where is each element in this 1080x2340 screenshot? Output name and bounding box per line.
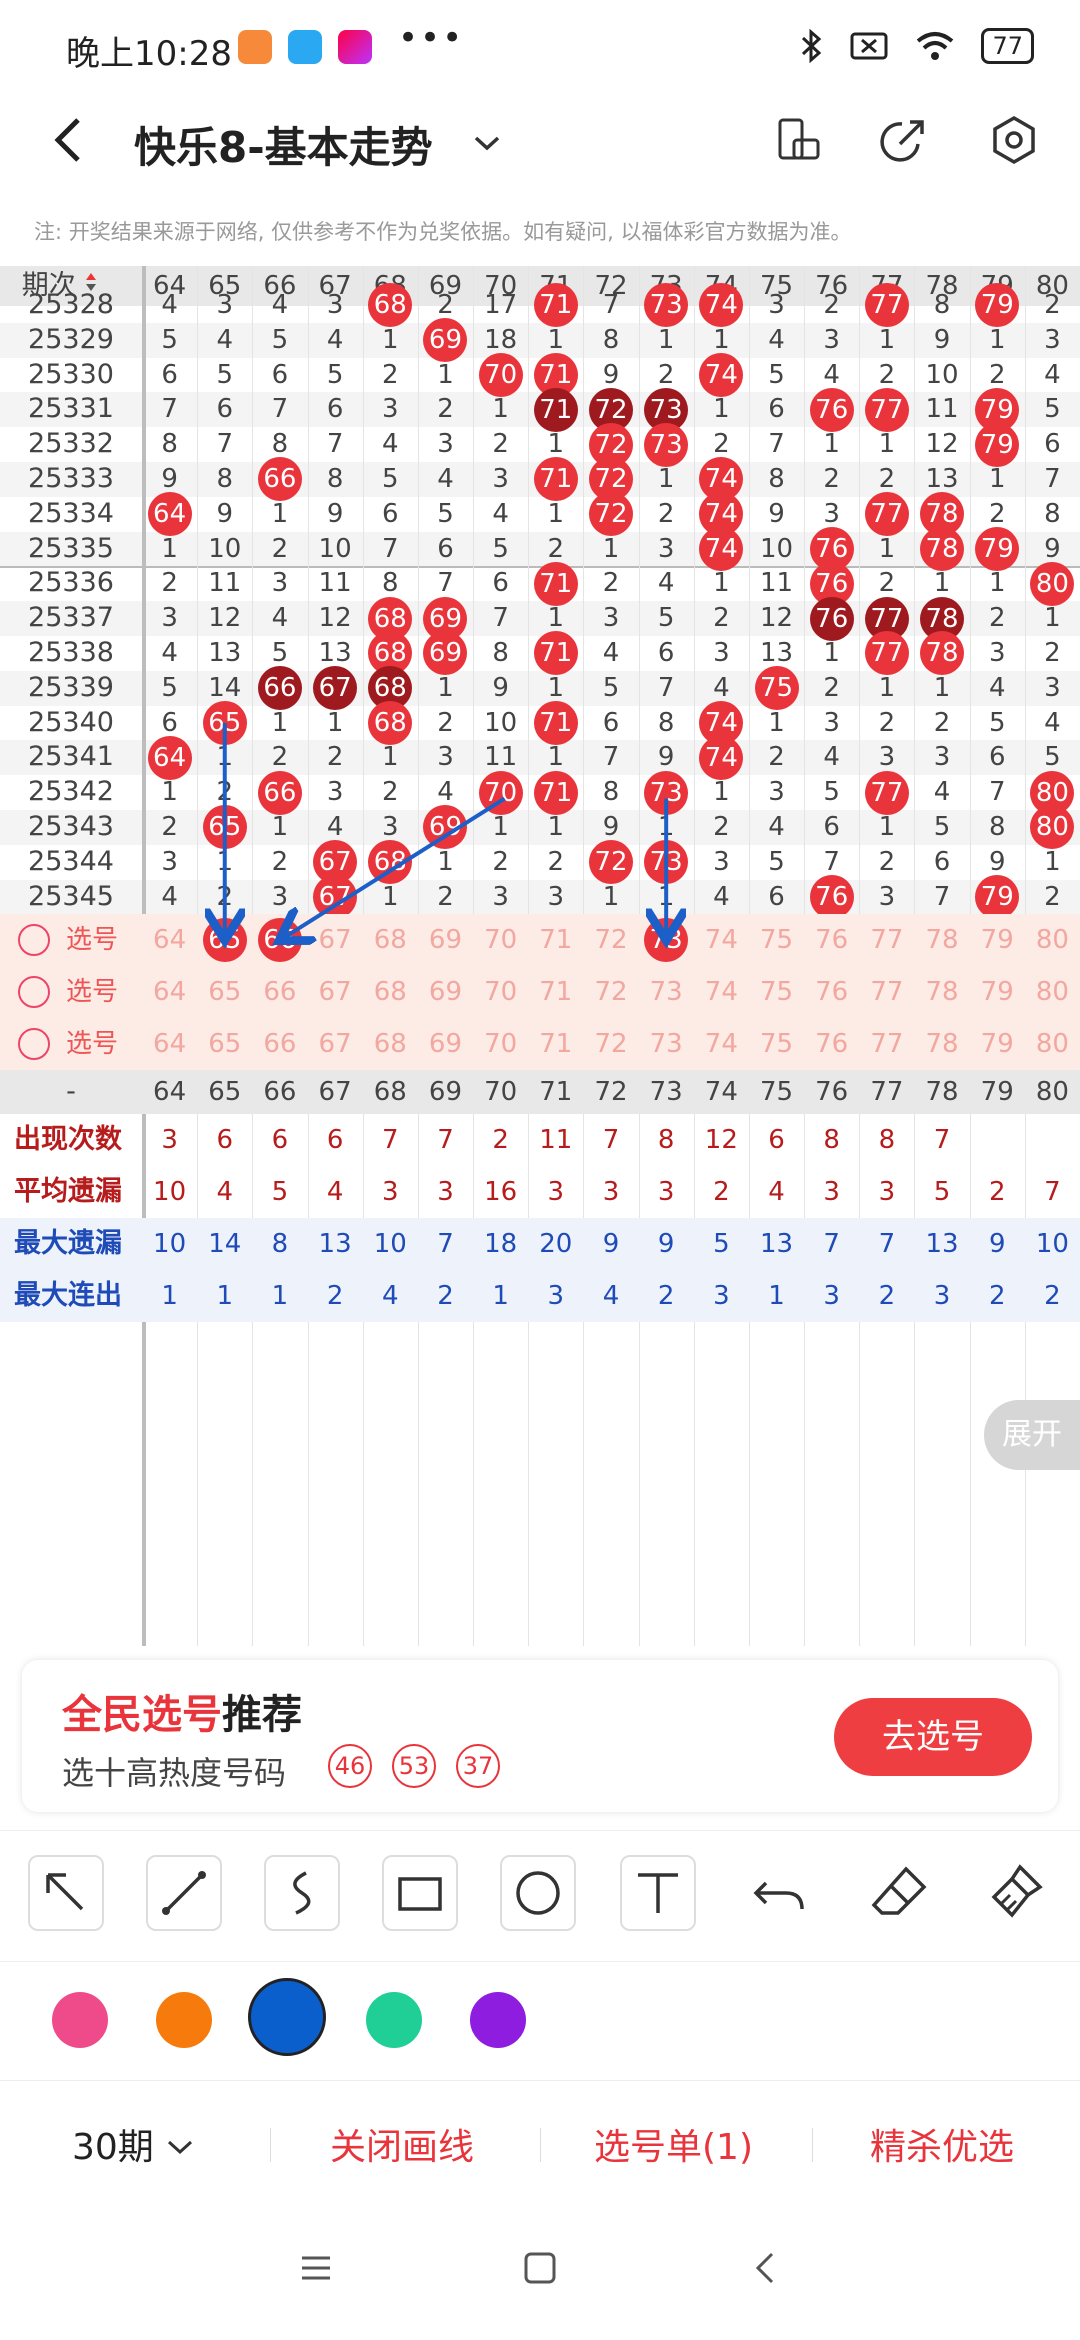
recommend-ball: 53: [392, 1744, 436, 1788]
game-notification-icon: [338, 30, 372, 64]
back-icon[interactable]: [44, 110, 94, 170]
arrow-tool-icon[interactable]: [28, 1855, 104, 1931]
recommend-subtitle: 选十高热度号码: [62, 1754, 287, 1792]
eraser-icon[interactable]: [862, 1855, 938, 1931]
no-sim-icon: [850, 32, 888, 60]
recommend-ball: 46: [328, 1744, 372, 1788]
share-icon[interactable]: [878, 114, 930, 166]
divider: [812, 2128, 813, 2162]
drawing-toolbar: [0, 1830, 1080, 1962]
recommend-title-highlight: 全民选号: [62, 1692, 222, 1738]
settings-icon[interactable]: [988, 114, 1040, 166]
back-nav-icon[interactable]: [748, 2250, 784, 2286]
disclaimer-notice: 注: 开奖结果来源于网络, 仅供参考不作为兑奖依据。如有疑问, 以福体彩官方数据…: [34, 220, 852, 244]
drawn-arrows-overlay: [0, 723, 1080, 1646]
color-swatch-orange[interactable]: [156, 1992, 212, 2048]
wifi-icon: [917, 32, 954, 60]
home-icon[interactable]: [522, 2250, 558, 2286]
recommend-card: 全民选号推荐 选十高热度号码 46 53 37 去选号: [22, 1660, 1058, 1812]
go-pick-button[interactable]: 去选号: [834, 1698, 1032, 1776]
app-bar: 快乐8-基本走势: [0, 96, 1080, 186]
status-app-icons: [238, 30, 372, 64]
undo-icon[interactable]: [742, 1855, 818, 1931]
chevron-down-icon: [168, 2140, 193, 2155]
app-notification-icon: [238, 30, 272, 64]
line-tool-icon[interactable]: [146, 1855, 222, 1931]
color-palette: [0, 1960, 1080, 2081]
color-swatch-pink[interactable]: [52, 1992, 108, 2048]
menu-icon[interactable]: [298, 2250, 334, 2286]
chat-notification-icon: [288, 30, 322, 64]
pick-list-button[interactable]: 选号单(1): [594, 2118, 753, 2170]
bluetooth-icon: [802, 29, 822, 63]
clear-brush-icon[interactable]: [980, 1855, 1056, 1931]
divider: [540, 2128, 541, 2162]
kill-select-button[interactable]: 精杀优选: [870, 2118, 1014, 2170]
status-time: 晚上10:28: [66, 34, 232, 74]
text-tool-icon[interactable]: [620, 1855, 696, 1931]
recommend-ball: 37: [456, 1744, 500, 1788]
trend-table: 期次 6465666768697071727374757677787980253…: [0, 266, 1080, 1646]
circle-tool-icon[interactable]: [500, 1855, 576, 1931]
period-selector-label: 30期: [72, 2127, 154, 2168]
curve-tool-icon[interactable]: [264, 1855, 340, 1931]
page-title[interactable]: 快乐8-基本走势: [134, 114, 433, 175]
rectangle-tool-icon[interactable]: [382, 1855, 458, 1931]
close-drawing-button[interactable]: 关闭画线: [330, 2118, 474, 2170]
color-swatch-blue-selected[interactable]: [248, 1978, 326, 2056]
divider: [270, 2128, 271, 2162]
color-swatch-green[interactable]: [366, 1992, 422, 2048]
drawn-arrow: [286, 796, 506, 937]
battery-indicator: 77: [981, 28, 1034, 64]
chevron-down-icon[interactable]: [470, 126, 504, 160]
rotate-screen-icon[interactable]: [772, 114, 824, 166]
recommend-title-suffix: 推荐: [222, 1692, 302, 1738]
status-indicators: 77: [801, 28, 1034, 64]
expand-button[interactable]: 展开: [984, 1400, 1080, 1470]
more-notifications-icon: •••: [398, 18, 465, 58]
system-nav-bar: [0, 2210, 1080, 2340]
color-swatch-purple[interactable]: [470, 1992, 526, 2048]
recommend-title: 全民选号推荐: [62, 1682, 302, 1740]
bottom-action-bar: 30期 关闭画线 选号单(1) 精杀优选: [0, 2080, 1080, 2210]
status-bar: 晚上10:28 ••• 77: [0, 0, 1080, 96]
period-selector[interactable]: 30期: [72, 2118, 195, 2170]
